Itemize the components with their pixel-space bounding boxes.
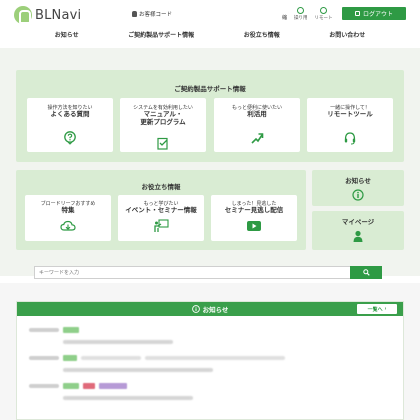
- guide-icon: [297, 7, 305, 14]
- checklist-icon: [157, 137, 168, 150]
- useful-card-events-main: イベント・セミナー情報: [125, 207, 197, 214]
- news-tag: [99, 383, 127, 389]
- support-card-manual-main: マニュアル・ 更新プログラム: [120, 111, 206, 127]
- news-item-text: [17, 392, 403, 404]
- font-size-label: 縮: [282, 15, 288, 21]
- logo-text: BLNavi: [35, 7, 82, 23]
- news-text: [145, 356, 285, 360]
- news-box: お知らせ 一覧へ ›: [16, 301, 404, 420]
- side-mypage-label: マイページ: [341, 219, 375, 226]
- news-tag: [83, 383, 95, 389]
- support-card-faq[interactable]: 操作方法を知りたい よくある質問: [27, 98, 113, 152]
- useful-card-feature-main: 特集: [61, 207, 75, 214]
- useful-card-seminar-archive-sub: しまった！見逃した: [231, 201, 277, 207]
- support-card-utilization-sub: もっと便利に使いたい: [231, 105, 282, 111]
- question-icon: [64, 131, 76, 145]
- nav-support[interactable]: ご契約製品サポート情報: [128, 30, 194, 46]
- person-icon: [353, 230, 363, 242]
- news-date: [29, 328, 59, 332]
- utility-link-remote[interactable]: リモート: [315, 7, 333, 21]
- manual-main-line1: マニュアル・: [143, 111, 183, 118]
- support-panel: ご契約製品サポート情報 操作方法を知りたい よくある質問 システムを有効利用した…: [16, 70, 404, 162]
- headset-icon: [344, 132, 356, 145]
- search-icon: [362, 269, 370, 276]
- side-news-label: お知らせ: [345, 178, 371, 185]
- presentation-icon: [154, 219, 169, 232]
- news-date: [29, 356, 59, 360]
- user-icon: [132, 11, 137, 17]
- news-tag: [63, 355, 77, 361]
- remote-icon: [320, 7, 328, 14]
- utility-links: 縮 操り用 リモート: [282, 7, 333, 21]
- news-info-icon: [191, 305, 200, 313]
- customer-code-label: お客様コード: [139, 12, 173, 18]
- download-cloud-icon: [60, 220, 76, 231]
- useful-card-events[interactable]: もっと学びたい イベント・セミナー情報: [118, 195, 204, 241]
- logo-mark-icon: [14, 6, 32, 24]
- support-card-remote[interactable]: 一緒に操作して！ リモートツール: [307, 98, 393, 152]
- news-text: [63, 368, 213, 372]
- news-date: [29, 384, 59, 388]
- nav-useful[interactable]: お役立ち情報: [244, 30, 280, 46]
- news-text: [63, 340, 173, 344]
- useful-panel-title: お役立ち情報: [141, 184, 181, 191]
- support-card-faq-sub: 操作方法を知りたい: [47, 105, 93, 111]
- search-button[interactable]: [350, 266, 382, 279]
- font-size-control[interactable]: 縮: [282, 14, 287, 21]
- top-bar: BLNavi お客様コード 縮 操り用 リモート ログアウト: [0, 0, 420, 30]
- news-header: お知らせ 一覧へ ›: [17, 302, 403, 316]
- support-card-utilization[interactable]: もっと便利に使いたい 利活用: [214, 98, 300, 152]
- useful-card-feature-sub: ブロードリーフおすすめ: [40, 201, 96, 207]
- news-text: [81, 356, 141, 360]
- search-bar: [34, 266, 382, 279]
- support-card-remote-sub: 一緒に操作して！: [330, 105, 370, 111]
- logout-icon: [354, 11, 360, 16]
- support-card-manual-sub: システムを有効利用したい: [133, 105, 193, 111]
- news-item-text: [17, 364, 403, 376]
- support-card-utilization-main: 利活用: [247, 111, 267, 118]
- search-input[interactable]: [34, 266, 350, 279]
- nav-contact[interactable]: お問い合わせ: [329, 30, 365, 46]
- logo[interactable]: BLNavi: [14, 6, 81, 24]
- utility-link-1[interactable]: 操り用: [294, 7, 308, 21]
- news-item-text: [17, 336, 403, 348]
- logout-label: ログアウト: [362, 12, 393, 18]
- support-panel-title: ご契約製品サポート情報: [174, 86, 246, 93]
- customer-code: お客様コード: [132, 10, 172, 18]
- support-card-remote-main: リモートツール: [327, 111, 373, 118]
- nav-news[interactable]: お知らせ: [55, 30, 79, 46]
- news-item[interactable]: [17, 324, 403, 336]
- logout-button[interactable]: ログアウト: [342, 7, 406, 20]
- side-mypage-card[interactable]: マイページ: [312, 211, 404, 250]
- utility-link-1-label: 操り用: [294, 15, 308, 20]
- news-item[interactable]: [17, 352, 403, 364]
- news-tag: [63, 383, 79, 389]
- chevron-right-icon: ›: [384, 306, 387, 312]
- news-title: お知らせ: [202, 307, 229, 314]
- useful-card-seminar-archive[interactable]: しまった！見逃した セミナー見逃し配信: [211, 195, 297, 241]
- utility-link-remote-label: リモート: [314, 15, 333, 20]
- useful-card-events-sub: もっと学びたい: [143, 201, 179, 207]
- news-list-label: 一覧へ: [367, 306, 383, 313]
- page: BLNavi お客様コード 縮 操り用 リモート ログアウト お知らせ ご契約製…: [0, 0, 420, 420]
- info-icon: [352, 189, 364, 201]
- manual-main-line2: 更新プログラム: [140, 119, 186, 126]
- global-nav: お知らせ ご契約製品サポート情報 お役立ち情報 お問い合わせ: [0, 30, 420, 46]
- useful-card-feature[interactable]: ブロードリーフおすすめ 特集: [25, 195, 111, 241]
- support-card-faq-main: よくある質問: [50, 111, 90, 118]
- play-icon: [247, 221, 261, 231]
- news-list-button[interactable]: 一覧へ ›: [357, 304, 397, 314]
- news-tag: [63, 327, 79, 333]
- arrow-up-icon: [251, 133, 264, 144]
- side-news-card[interactable]: お知らせ: [312, 170, 404, 206]
- news-item[interactable]: [17, 380, 403, 392]
- useful-panel: お役立ち情報 ブロードリーフおすすめ 特集 もっと学びたい イベント・セミナー情…: [16, 170, 306, 250]
- useful-card-seminar-archive-main: セミナー見逃し配信: [224, 207, 284, 214]
- news-text: [63, 396, 193, 400]
- support-card-manual[interactable]: システムを有効利用したい マニュアル・ 更新プログラム: [120, 98, 206, 152]
